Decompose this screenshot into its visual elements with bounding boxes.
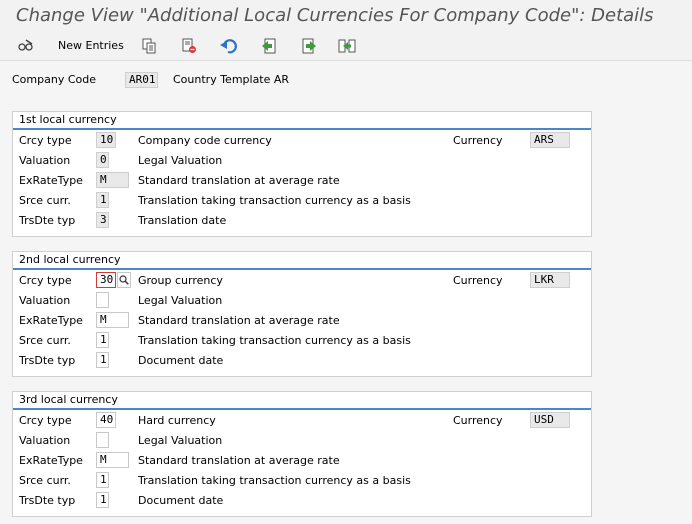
srce-curr-label: Srce curr. <box>19 194 71 207</box>
trsdte-typ-field[interactable]: 1 <box>96 352 109 368</box>
delete-icon <box>182 38 196 53</box>
crcy-type-field[interactable]: 30 <box>96 272 116 288</box>
srce-curr-desc: Translation taking transaction currency … <box>138 474 411 487</box>
company-name: Country Template AR <box>173 73 290 86</box>
crcy-type-label: Crcy type <box>19 134 72 147</box>
valuation-field[interactable] <box>96 292 109 308</box>
new-entries-button[interactable]: New Entries <box>58 39 124 52</box>
company-code-label: Company Code <box>12 73 96 86</box>
exratetype-field[interactable]: M <box>96 452 129 468</box>
group-header: 1st local currency <box>13 112 591 130</box>
valuation-label: Valuation <box>19 154 71 167</box>
valuation-desc: Legal Valuation <box>138 434 223 447</box>
srce-curr-field[interactable]: 1 <box>96 332 109 348</box>
trsdte-typ-label: TrsDte typ <box>19 354 76 367</box>
group-title: 2nd local currency <box>19 253 121 266</box>
currency-field[interactable]: LKR <box>530 272 570 288</box>
crcy-type-label: Crcy type <box>19 414 72 427</box>
undo-icon <box>220 39 237 54</box>
currency-label: Currency <box>453 414 503 427</box>
previous-icon <box>262 38 276 54</box>
group-title: 3rd local currency <box>19 393 118 406</box>
crcy-type-field[interactable]: 10 <box>96 132 116 148</box>
valuation-desc: Legal Valuation <box>138 294 223 307</box>
exratetype-desc: Standard translation at average rate <box>138 314 340 327</box>
exratetype-label: ExRateType <box>19 174 83 187</box>
copy-icon <box>142 38 156 54</box>
trsdte-typ-label: TrsDte typ <box>19 494 76 507</box>
previous-entry-button[interactable] <box>259 36 279 56</box>
valuation-desc: Legal Valuation <box>138 154 223 167</box>
transfer-icon <box>338 39 356 53</box>
crcy-type-field[interactable]: 40 <box>96 412 116 428</box>
exratetype-field[interactable]: M <box>96 172 129 188</box>
copy-as-button[interactable] <box>139 36 159 56</box>
srce-curr-label: Srce curr. <box>19 334 71 347</box>
crcy-type-desc: Company code currency <box>138 134 272 147</box>
exratetype-label: ExRateType <box>19 454 83 467</box>
exratetype-label: ExRateType <box>19 314 83 327</box>
next-entry-button[interactable] <box>299 36 319 56</box>
search-icon <box>119 275 129 285</box>
glasses-pencil-icon <box>18 39 33 51</box>
srce-curr-desc: Translation taking transaction currency … <box>138 194 411 207</box>
toolbar: New Entries <box>0 32 692 61</box>
group-header: 3rd local currency <box>13 392 591 410</box>
group-header: 2nd local currency <box>13 252 591 270</box>
valuation-label: Valuation <box>19 434 71 447</box>
currency-field[interactable]: ARS <box>530 132 570 148</box>
trsdte-typ-field[interactable]: 3 <box>96 212 109 228</box>
crcy-type-desc: Group currency <box>138 274 223 287</box>
delete-button[interactable] <box>179 36 199 56</box>
trsdte-typ-field[interactable]: 1 <box>96 492 109 508</box>
group-title: 1st local currency <box>19 113 117 126</box>
undo-button[interactable] <box>219 36 239 56</box>
currency-label: Currency <box>453 274 503 287</box>
trsdte-typ-label: TrsDte typ <box>19 214 76 227</box>
currency-label: Currency <box>453 134 503 147</box>
valuation-label: Valuation <box>19 294 71 307</box>
valuation-field[interactable] <box>96 432 109 448</box>
exratetype-desc: Standard translation at average rate <box>138 454 340 467</box>
trsdte-typ-desc: Translation date <box>138 214 227 227</box>
trsdte-typ-desc: Document date <box>138 354 224 367</box>
select-all-button[interactable] <box>337 36 357 56</box>
srce-curr-label: Srce curr. <box>19 474 71 487</box>
company-code-field[interactable]: AR01 <box>125 72 158 88</box>
exratetype-desc: Standard translation at average rate <box>138 174 340 187</box>
crcy-type-label: Crcy type <box>19 274 72 287</box>
currency-field[interactable]: USD <box>530 412 570 428</box>
next-icon <box>302 38 316 54</box>
srce-curr-desc: Translation taking transaction currency … <box>138 334 411 347</box>
valuation-field[interactable]: 0 <box>96 152 109 168</box>
crcy-type-desc: Hard currency <box>138 414 216 427</box>
srce-curr-field[interactable]: 1 <box>96 192 109 208</box>
srce-curr-field[interactable]: 1 <box>96 472 109 488</box>
title-bar: Change View "Additional Local Currencies… <box>0 0 692 32</box>
trsdte-typ-desc: Document date <box>138 494 224 507</box>
value-help-button[interactable] <box>117 272 131 288</box>
page-title: Change View "Additional Local Currencies… <box>16 5 654 26</box>
display-change-button[interactable] <box>16 36 36 56</box>
exratetype-field[interactable]: M <box>96 312 129 328</box>
